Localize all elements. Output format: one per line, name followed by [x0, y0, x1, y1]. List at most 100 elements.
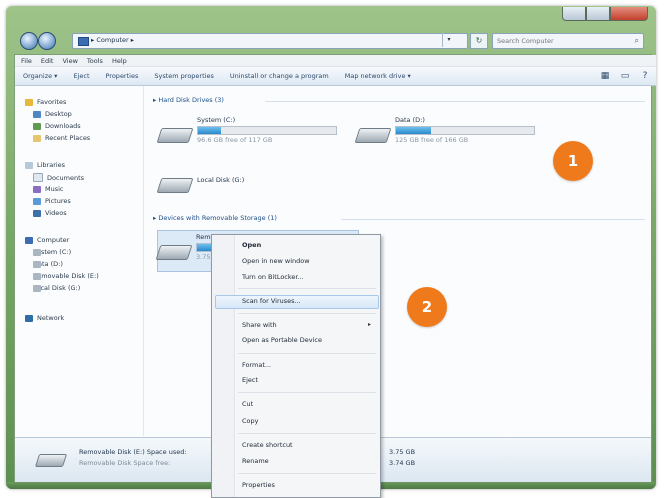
pictures-icon [33, 197, 41, 205]
submenu-arrow-icon: ▸ [368, 321, 372, 328]
uninstall-program-button[interactable]: Uninstall or change a program [230, 72, 329, 80]
organize-button[interactable]: Organize ▾ [23, 72, 57, 80]
removable-drive-icon [155, 245, 193, 260]
videos-icon [33, 209, 41, 217]
eject-button[interactable]: Eject [73, 72, 89, 80]
menu-view[interactable]: View [62, 57, 77, 65]
ctx-copy[interactable]: Copy [242, 417, 259, 425]
ctx-open-new-window[interactable]: Open in new window [242, 257, 310, 265]
hard-drive-icon [354, 128, 392, 143]
computer-icon [78, 37, 89, 46]
ctx-separator [238, 433, 376, 434]
music-icon [33, 185, 41, 193]
group-divider [265, 101, 645, 102]
sidebar-item-data-d[interactable]: Data (D:) [33, 260, 63, 268]
details-space-used: 3.75 GB [389, 448, 416, 456]
forward-button[interactable] [38, 32, 56, 50]
callout-badge-2: 2 [407, 287, 447, 327]
sidebar-libraries[interactable]: Libraries [25, 161, 65, 169]
ctx-cut[interactable]: Cut [242, 400, 253, 408]
group-hard-disk-drives[interactable]: ▸ Hard Disk Drives (3) [153, 96, 224, 104]
system-properties-button[interactable]: System properties [154, 72, 213, 80]
drive-system-c[interactable]: System (C:) 96.6 GB free of 117 GB [156, 114, 339, 154]
sidebar-item-local-g[interactable]: Local Disk (G:) [33, 284, 80, 292]
sidebar-item-removable-e[interactable]: Removable Disk (E:) [33, 272, 99, 280]
view-controls: ▦ ▭ ? [599, 70, 651, 82]
preview-pane-icon[interactable]: ▭ [619, 70, 631, 82]
details-name: Removable Disk (E:) Space used: [79, 448, 187, 456]
ctx-separator [238, 392, 376, 393]
drive-icon [33, 284, 41, 292]
ctx-properties[interactable]: Properties [242, 481, 275, 489]
search-icon[interactable]: ⌕ [635, 36, 639, 46]
sidebar-item-music[interactable]: Music [33, 185, 64, 193]
desktop-icon [33, 110, 41, 118]
sidebar-item-documents[interactable]: Documents [33, 173, 84, 182]
ctx-separator [238, 313, 376, 314]
views-icon[interactable]: ▦ [599, 70, 611, 82]
star-icon [25, 98, 33, 106]
breadcrumb[interactable]: ▸ Computer ▸ [91, 36, 134, 44]
drive-local-g[interactable]: Local Disk (G:) [156, 164, 339, 204]
group-removable-storage[interactable]: ▸ Devices with Removable Storage (1) [153, 214, 277, 222]
command-bar: Organize ▾ Eject Properties System prope… [15, 67, 656, 86]
ctx-eject[interactable]: Eject [242, 376, 258, 384]
ctx-format[interactable]: Format... [242, 361, 271, 369]
drive-data-d[interactable]: Data (D:) 125 GB free of 166 GB [354, 114, 537, 154]
drive-free-space: 125 GB free of 166 GB [395, 136, 469, 144]
group-divider [341, 219, 645, 220]
close-button[interactable] [610, 7, 648, 21]
search-box[interactable]: ⌕ [492, 33, 644, 49]
sidebar-favorites[interactable]: Favorites [25, 98, 66, 106]
ctx-scan-for-viruses[interactable]: Scan for Viruses... [242, 297, 301, 305]
computer-icon [25, 236, 33, 244]
removable-drive-icon [33, 272, 41, 280]
menu-edit[interactable]: Edit [41, 57, 54, 65]
drive-usage-bar [197, 126, 337, 135]
drive-usage-bar [395, 126, 535, 135]
ctx-separator [238, 288, 376, 289]
details-type: Removable Disk Space free: [79, 459, 171, 467]
title-bar [6, 6, 656, 28]
menu-file[interactable]: File [21, 57, 32, 65]
menu-tools[interactable]: Tools [87, 57, 103, 65]
drive-free-space: 96.6 GB free of 117 GB [197, 136, 273, 144]
downloads-icon [33, 122, 41, 130]
address-dropdown-button[interactable]: ▾ [442, 33, 455, 47]
ctx-open-as-portable-device[interactable]: Open as Portable Device [242, 336, 322, 344]
ctx-create-shortcut[interactable]: Create shortcut [242, 441, 293, 449]
libraries-icon [25, 161, 33, 169]
recent-places-icon [33, 134, 41, 142]
sidebar-item-desktop[interactable]: Desktop [33, 110, 72, 118]
hard-drive-icon [156, 178, 194, 193]
map-network-drive-button[interactable]: Map network drive ▾ [345, 72, 411, 80]
network-icon [25, 314, 33, 322]
ctx-separator [238, 353, 376, 354]
sidebar-item-system-c[interactable]: System (C:) [33, 248, 71, 256]
sidebar-network[interactable]: Network [25, 314, 64, 322]
hard-drive-icon [156, 128, 194, 143]
callout-badge-1: 1 [553, 141, 593, 181]
menu-help[interactable]: Help [112, 57, 127, 65]
navigation-pane: Favorites Desktop Downloads Recent Place… [15, 86, 144, 436]
sidebar-computer[interactable]: Computer [25, 236, 69, 244]
documents-icon [33, 173, 43, 182]
properties-button[interactable]: Properties [106, 72, 139, 80]
window-controls [562, 7, 648, 21]
ctx-rename[interactable]: Rename [242, 457, 269, 465]
back-button[interactable] [20, 32, 38, 50]
help-icon[interactable]: ? [639, 70, 651, 82]
ctx-turn-on-bitlocker[interactable]: Turn on BitLocker... [242, 273, 304, 281]
sidebar-item-recent-places[interactable]: Recent Places [33, 134, 90, 142]
ctx-open[interactable]: Open [242, 241, 261, 249]
search-input[interactable] [493, 34, 629, 48]
sidebar-item-pictures[interactable]: Pictures [33, 197, 71, 205]
address-bar[interactable]: ▸ Computer ▸ [72, 33, 468, 49]
refresh-button[interactable]: ↻ [470, 33, 488, 49]
sidebar-item-downloads[interactable]: Downloads [33, 122, 81, 130]
sidebar-item-videos[interactable]: Videos [33, 209, 67, 217]
drive-name: Data (D:) [395, 116, 425, 124]
ctx-share-with[interactable]: Share with [242, 321, 277, 329]
minimize-button[interactable] [562, 7, 586, 21]
maximize-button[interactable] [586, 7, 610, 21]
